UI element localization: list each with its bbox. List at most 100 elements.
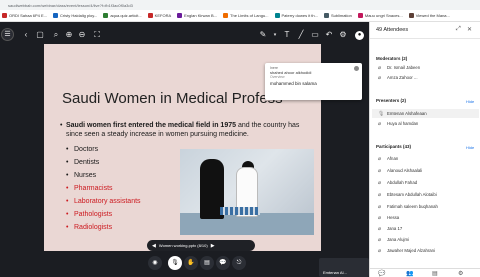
menu-icon[interactable]: ☰ xyxy=(1,28,14,41)
notes-icon[interactable]: ▤ xyxy=(432,270,438,277)
next-slide-icon[interactable]: ▶ xyxy=(211,243,215,249)
zoom-out-icon[interactable]: ⊖ xyxy=(78,31,86,39)
attendee-row[interactable]: ⌀ Abdullah Fahad xyxy=(378,178,478,187)
microphone-off-icon: ⌀ xyxy=(378,167,382,174)
bookmark[interactable]: The Limits of Langu... xyxy=(223,13,269,18)
bookmark-favicon-icon xyxy=(103,13,109,18)
microphone-off-icon: ⌀ xyxy=(378,74,382,81)
microphone-off-icon: ⌀ xyxy=(378,155,382,162)
self-video-tile[interactable]: Emtenan Al... xyxy=(319,258,369,277)
participant-popup: Inere shahed ahoor alkhodidi Overview mo… xyxy=(265,63,362,100)
attendees-icon[interactable]: 👥 xyxy=(406,270,413,277)
bookmark-favicon-icon xyxy=(274,13,280,18)
popup-name: mohammed bin salama xyxy=(270,81,317,86)
bullet-item: Laboratory assistants xyxy=(66,195,141,208)
hide-presenters-link[interactable]: Hide xyxy=(466,99,474,104)
attendee-row[interactable]: ⌀ Dr. Ismail Jabeen xyxy=(378,63,478,72)
expand-icon[interactable]: ⤢ xyxy=(456,26,461,33)
presentation-stage: ☰ ‹ ▢ ⌕ ⊕ ⊖ ⛶ ✎ ▾ T ╱ ▭ ↶ ⚙ ● Saudi Wome… xyxy=(0,22,369,277)
shape-icon[interactable]: ▭ xyxy=(311,31,319,39)
attendees-title: 49 Attendees xyxy=(376,27,409,33)
bookmark[interactable]: KEFORA xyxy=(147,13,171,18)
color-dropdown-icon[interactable]: ▾ xyxy=(271,31,279,39)
slide-pager: ◀ Women working.pptx (8/10) ▶ xyxy=(147,240,255,251)
raise-hand-icon[interactable]: ✋ xyxy=(184,256,198,270)
hide-participants-link[interactable]: Hide xyxy=(466,145,474,150)
screen-share-icon[interactable]: ▤ xyxy=(200,256,214,270)
screen: saudiwebbab.com/webinar/class/event/less… xyxy=(0,0,480,277)
pen-icon[interactable]: ✎ xyxy=(259,31,267,39)
attendee-row[interactable]: ⌀ Amza Zahoor ... xyxy=(378,73,478,82)
bookmark-favicon-icon xyxy=(177,13,183,18)
slide-photo xyxy=(180,149,314,235)
attendee-row[interactable]: ⌀ Afnan xyxy=(378,154,478,163)
bookmark[interactable]: Sublimation xyxy=(323,13,352,18)
frame-icon[interactable]: ▢ xyxy=(36,31,44,39)
close-icon[interactable] xyxy=(354,66,359,71)
attendee-row[interactable]: ⌀ Jawaher Majed Alzahrani xyxy=(378,246,478,255)
bullet-icon: • xyxy=(60,122,63,129)
prev-slide-icon[interactable]: ◀ xyxy=(152,243,156,249)
attendee-row[interactable]: 🎙 Emtenan Alshafeaan xyxy=(372,109,479,118)
bookmark-favicon-icon xyxy=(323,13,329,18)
fit-icon[interactable]: ⛶ xyxy=(93,31,101,39)
url-text[interactable]: saudiwebbab.com/webinar/class/event/less… xyxy=(8,3,133,8)
attendee-row[interactable]: ⌀ Jana 17 xyxy=(378,224,478,233)
settings-icon[interactable]: ⚙ xyxy=(458,270,463,277)
record-icon[interactable]: ● xyxy=(355,31,364,40)
webinar-app: ☰ ‹ ▢ ⌕ ⊕ ⊖ ⛶ ✎ ▾ T ╱ ▭ ↶ ⚙ ● Saudi Wome… xyxy=(0,22,480,277)
bookmark[interactable]: Cristy Haidalig ploy... xyxy=(53,13,97,18)
zoom-in-icon[interactable]: ⊕ xyxy=(65,31,73,39)
bookmark-favicon-icon xyxy=(408,13,414,18)
attendee-row[interactable]: ⌀ Fatimah saleem buqhanah xyxy=(378,202,478,211)
leave-icon[interactable]: ⎋ xyxy=(232,256,246,270)
presenters-heading: Presenters (2) xyxy=(376,98,407,103)
microphone-icon[interactable]: 🎙 xyxy=(168,256,182,270)
attendee-row[interactable]: ⌀ Huya al hamdan xyxy=(378,119,478,128)
line-icon[interactable]: ╱ xyxy=(297,31,305,39)
text-icon[interactable]: T xyxy=(283,31,291,39)
microphone-off-icon: ⌀ xyxy=(378,191,382,198)
popup-line: Overview xyxy=(270,75,285,79)
bullet-list-highlighted: Pharmacists Laboratory assistants Pathol… xyxy=(66,182,141,234)
undo-icon[interactable]: ↶ xyxy=(325,31,333,39)
back-icon[interactable]: ‹ xyxy=(22,31,30,39)
bookmark-favicon-icon xyxy=(53,13,59,18)
attendee-row[interactable]: ⌀ Jana Alujmi xyxy=(378,235,478,244)
attendee-row[interactable]: ⌀ Hessa xyxy=(378,213,478,222)
attendee-row[interactable]: ⌀ Alanoud Alshaalali xyxy=(378,166,478,175)
microphone-off-icon: ⌀ xyxy=(378,214,382,221)
microphone-off-icon: ⌀ xyxy=(378,203,382,210)
bookmark[interactable]: Paterry dowes it th... xyxy=(274,13,318,18)
attendee-row[interactable]: ⌀ Ebtesam Abdullah Alotaibi xyxy=(378,190,478,199)
chat-icon[interactable]: 💬 xyxy=(378,270,385,277)
bookmark[interactable]: Englan Kirwan B... xyxy=(177,13,217,18)
test-tube-rack xyxy=(220,207,260,215)
bullet-item: Pathologists xyxy=(66,208,141,221)
bookmark[interactable]: Viewed the Mana... xyxy=(408,13,450,18)
moderators-heading: Moderators (2) xyxy=(376,56,408,61)
self-name: Emtenan Al... xyxy=(323,270,347,275)
settings-icon[interactable]: ⚙ xyxy=(339,31,347,39)
address-bar[interactable]: saudiwebbab.com/webinar/class/event/less… xyxy=(0,0,480,10)
microphone-off-icon: ⌀ xyxy=(378,179,382,186)
bullet-list: Doctors Dentists Nurses xyxy=(66,143,99,182)
divider xyxy=(370,38,480,39)
chat-icon[interactable]: 💬 xyxy=(216,256,230,270)
bookmark[interactable]: Mauu ungri Snaces... xyxy=(357,13,403,18)
bullet-item: Dentists xyxy=(66,156,99,169)
bullet-item: Radiologists xyxy=(66,221,141,234)
bookmark[interactable]: ORDI Sahaa 6P4 E... xyxy=(2,13,47,18)
search-icon[interactable]: ⌕ xyxy=(52,31,60,39)
bookmark[interactable]: aqua.quiz.articit... xyxy=(103,13,142,18)
bookmark-favicon-icon xyxy=(357,13,363,18)
slide-paragraph-lead: Saudi women first entered the medical fi… xyxy=(66,122,236,129)
slide-paragraph: • Saudi women first entered the medical … xyxy=(60,121,314,139)
webcam-icon[interactable]: ◉ xyxy=(148,256,162,270)
sidebar-footer xyxy=(370,268,480,277)
bullet-item: Pharmacists xyxy=(66,182,141,195)
bookmark-favicon-icon xyxy=(2,13,7,18)
close-icon[interactable]: ✕ xyxy=(467,26,472,33)
microphone-off-icon: ⌀ xyxy=(378,247,382,254)
microphone-off-icon: ⌀ xyxy=(378,120,382,127)
